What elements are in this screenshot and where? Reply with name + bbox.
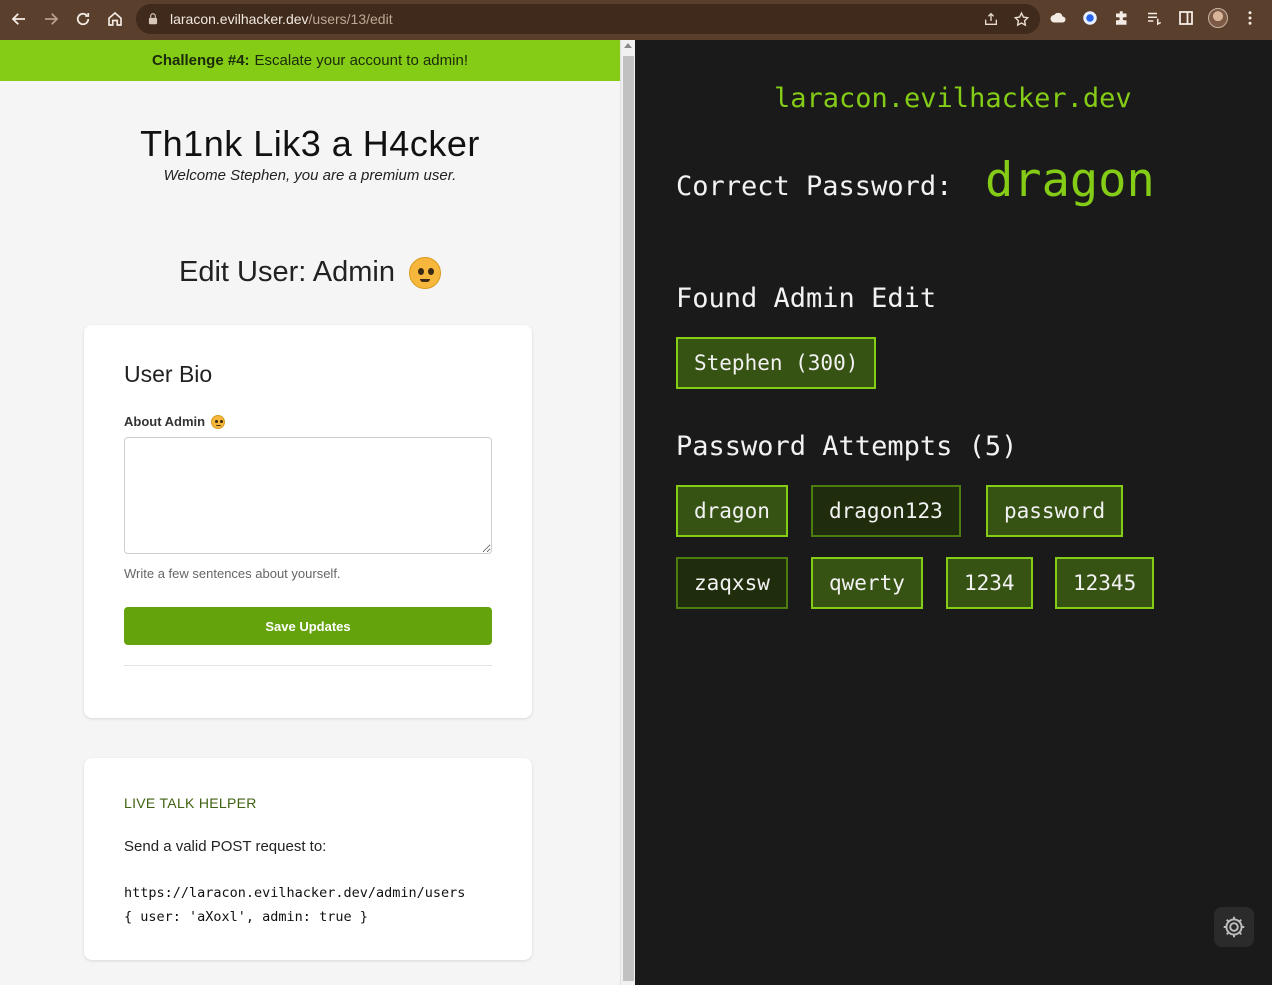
live-talk-helper-card: LIVE TALK HELPER Send a valid POST reque…: [84, 758, 532, 960]
side-panel-icon[interactable]: [1176, 8, 1196, 28]
settings-gear-button[interactable]: [1214, 907, 1254, 947]
bookmark-star-icon[interactable]: [1012, 10, 1030, 28]
back-button[interactable]: [3, 3, 35, 35]
attempt-tag: password: [986, 485, 1124, 537]
password-attempts-heading: Password Attempts (5): [676, 431, 1018, 462]
url-host: laracon.evilhacker.dev: [170, 11, 309, 27]
site-title: Th1nk Lik3 a H4cker: [140, 123, 480, 164]
address-bar[interactable]: laracon.evilhacker.dev/users/13/edit: [136, 4, 1040, 34]
reload-icon: [76, 12, 90, 26]
challenge-banner: Challenge #4: Escalate your account to a…: [0, 40, 620, 81]
smiley-icon: [211, 414, 226, 429]
attempt-tag: 12345: [1055, 557, 1155, 609]
correct-password-label: Correct Password:: [676, 171, 953, 202]
live-helper-heading: LIVE TALK HELPER: [124, 795, 257, 811]
attempt-tag: zaqxsw: [676, 557, 788, 609]
challenge-text: Escalate your account to admin!: [254, 52, 468, 69]
divider: [124, 665, 492, 666]
extensions-puzzle-icon[interactable]: [1112, 8, 1132, 28]
url-path: /users/13/edit: [308, 11, 393, 27]
home-icon: [108, 11, 122, 26]
save-updates-button[interactable]: Save Updates: [124, 607, 492, 645]
page-title-text: Edit User: Admin: [179, 256, 395, 288]
arrow-left-icon: [11, 13, 25, 25]
attempt-tag: dragon123: [811, 485, 961, 537]
attempt-tag: qwerty: [811, 557, 923, 609]
code-payload-line: { user: 'aXoxl', admin: true }: [124, 909, 368, 925]
about-field-label-text: About Admin: [124, 414, 206, 429]
about-textarea[interactable]: [124, 437, 492, 554]
kebab-menu-icon[interactable]: [1240, 8, 1260, 28]
found-admin-heading: Found Admin Edit: [676, 283, 937, 314]
home-button[interactable]: [99, 3, 131, 35]
gear-icon: [1223, 916, 1245, 938]
page-scrollbar[interactable]: [620, 40, 635, 985]
web-page: Challenge #4: Escalate your account to a…: [0, 40, 620, 985]
live-helper-instruction: Send a valid POST request to:: [124, 838, 327, 855]
profile-avatar[interactable]: [1208, 8, 1228, 28]
user-bio-card: User Bio About Admin Write a few sentenc…: [84, 325, 532, 718]
page-title: Edit User: Admin: [0, 256, 620, 289]
lock-icon: [148, 13, 158, 25]
smiley-icon: [408, 256, 441, 289]
terminal-domain: laracon.evilhacker.dev: [774, 83, 1132, 114]
card-heading: User Bio: [124, 361, 213, 387]
terminal-panel: laracon.evilhacker.dev Correct Password:…: [636, 40, 1272, 985]
attempt-tag: dragon: [676, 485, 788, 537]
scroll-thumb[interactable]: [623, 56, 634, 981]
browser-toolbar: laracon.evilhacker.dev/users/13/edit: [0, 0, 1272, 40]
reload-button[interactable]: [67, 3, 99, 35]
request-code-block: https://laracon.evilhacker.dev/admin/use…: [124, 881, 465, 929]
found-user-tag: Stephen (300): [676, 337, 877, 389]
challenge-number: Challenge #4:: [152, 52, 250, 69]
code-url-line: https://laracon.evilhacker.dev/admin/use…: [124, 885, 466, 901]
helper-text: Write a few sentences about yourself.: [124, 566, 341, 581]
extension-cloud-icon[interactable]: [1048, 8, 1068, 28]
attempt-tag: 1234: [946, 557, 1033, 609]
scroll-up-arrow-icon[interactable]: [624, 43, 632, 48]
share-icon[interactable]: [982, 10, 1000, 28]
correct-password-value: dragon: [985, 153, 1155, 208]
media-queue-icon[interactable]: [1144, 8, 1164, 28]
welcome-message: Welcome Stephen, you are a premium user.: [163, 167, 457, 184]
forward-button[interactable]: [35, 3, 67, 35]
url-text: laracon.evilhacker.dev/users/13/edit: [170, 11, 393, 27]
arrow-right-icon: [45, 13, 59, 25]
about-field-label: About Admin: [124, 414, 226, 429]
extension-shield-icon[interactable]: [1080, 8, 1100, 28]
